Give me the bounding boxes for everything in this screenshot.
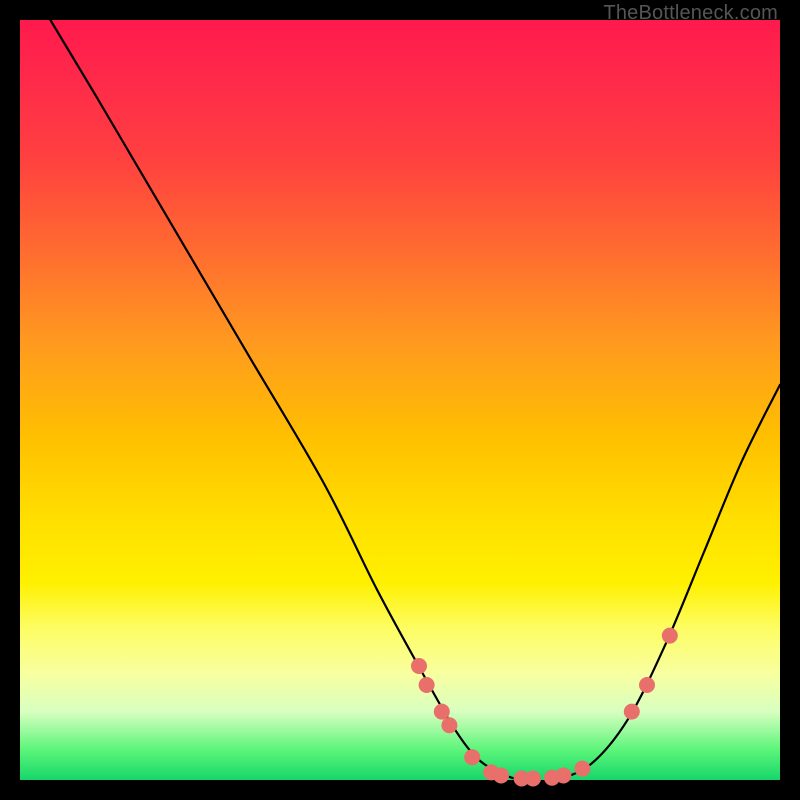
curve-marker bbox=[493, 767, 509, 783]
curve-markers bbox=[411, 628, 678, 787]
chart-plot-area bbox=[20, 20, 780, 780]
curve-marker bbox=[624, 704, 640, 720]
chart-overlay bbox=[20, 20, 780, 780]
curve-marker bbox=[525, 770, 541, 786]
curve-marker bbox=[464, 749, 480, 765]
curve-marker bbox=[555, 767, 571, 783]
chart-frame: TheBottleneck.com bbox=[0, 0, 800, 800]
curve-marker bbox=[419, 677, 435, 693]
curve-marker bbox=[662, 628, 678, 644]
curve-marker bbox=[441, 717, 457, 733]
curve-marker bbox=[639, 677, 655, 693]
curve-marker bbox=[434, 704, 450, 720]
curve-marker bbox=[411, 658, 427, 674]
curve-marker bbox=[574, 761, 590, 777]
